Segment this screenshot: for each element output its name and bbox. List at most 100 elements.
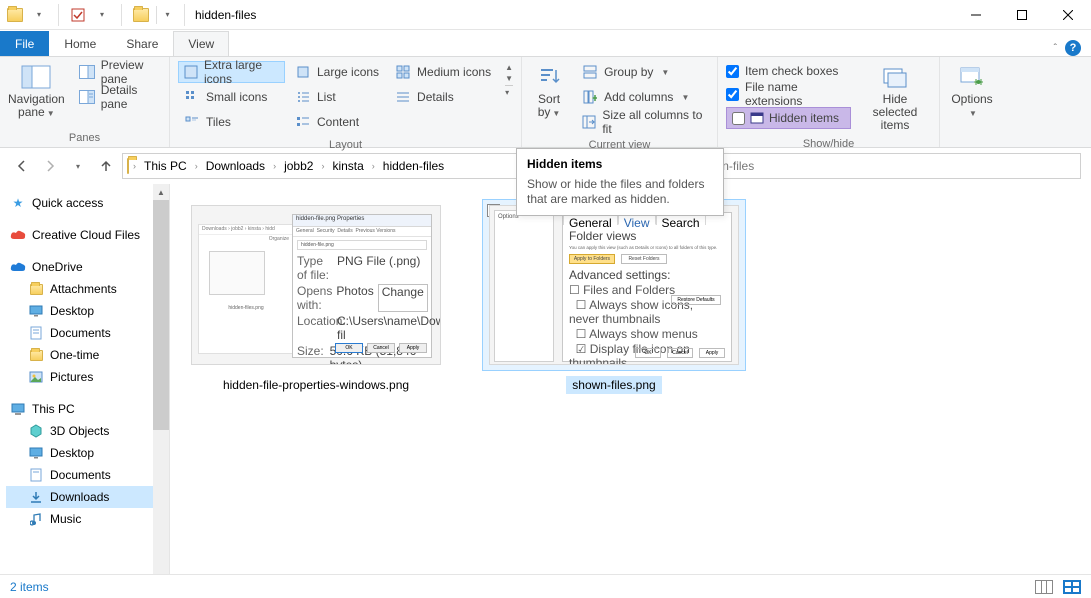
tree-pc-downloads[interactable]: Downloads [6,486,169,508]
tree-pc-documents[interactable]: Documents [6,464,169,486]
sort-by-button[interactable]: Sortby▼ [530,61,568,120]
chevron-right-icon[interactable]: › [271,161,278,171]
preview-pane-icon [79,64,95,80]
tree-attachments[interactable]: Attachments [6,278,169,300]
breadcrumb-item[interactable]: Downloads [202,159,269,173]
3d-objects-icon [28,423,44,439]
folder-icon [28,347,44,363]
tree-creative-cloud[interactable]: Creative Cloud Files [6,224,169,246]
layout-scroll-down-icon[interactable]: ▼ [505,74,513,83]
breadcrumb-item[interactable]: kinsta [328,159,367,173]
layout-large[interactable]: Large icons [289,61,385,83]
forward-button[interactable] [38,154,62,178]
hidden-items-tooltip: Hidden items Show or hide the files and … [516,148,724,216]
ribbon-collapse-icon[interactable]: ˆ [1054,43,1057,54]
item-checkboxes-toggle[interactable]: Item check boxes [726,61,851,81]
thumbnails-view-switch[interactable] [1063,580,1081,594]
tab-view[interactable]: View [173,31,229,56]
star-icon: ★ [10,195,26,211]
title-bar: ▾ ▾ ▾ hidden-files [0,0,1091,30]
layout-small[interactable]: Small icons [178,86,285,108]
group-by-button[interactable]: Group by▼ [576,61,709,83]
preview-pane-button[interactable]: Preview pane [73,61,161,83]
details-view-switch[interactable] [1035,580,1053,594]
content-icon [295,114,311,130]
layout-extra-large[interactable]: Extra large icons [178,61,285,83]
layout-details[interactable]: Details [389,86,497,108]
qat-overflow-icon[interactable]: ▾ [156,6,174,24]
tree-onetime[interactable]: One-time [6,344,169,366]
breadcrumb-item[interactable]: hidden-files [379,159,448,173]
folder-icon [28,281,44,297]
menu-tabs: File Home Share View ˆ ? [0,30,1091,56]
navigation-tree[interactable]: ★ Quick access Creative Cloud Files OneD… [0,184,170,588]
hide-selected-button[interactable]: Hide selecteditems [859,61,931,132]
qat-properties-icon[interactable] [69,6,87,24]
tree-desktop[interactable]: Desktop [6,300,169,322]
qat-dropdown-icon[interactable]: ▾ [30,6,48,24]
add-columns-icon [582,89,598,105]
qat-dropdown2-icon[interactable]: ▾ [93,6,111,24]
add-columns-button[interactable]: Add columns▼ [576,86,709,108]
file-item[interactable]: Downloads › jobb2 › kinsta › hidd Organi… [182,200,450,394]
app-folder-icon [6,6,24,24]
help-icon[interactable]: ? [1065,40,1081,56]
file-item-selected[interactable]: Options GeneralViewSearch Folder views Y… [480,200,748,394]
tree-onedrive[interactable]: OneDrive [6,256,169,278]
tooltip-title: Hidden items [527,157,713,171]
details-icon [395,89,411,105]
breadcrumb-folder-icon [127,159,129,173]
chevron-right-icon[interactable]: › [370,161,377,171]
tab-file[interactable]: File [0,31,49,56]
large-icons-icon [295,64,311,80]
file-pane[interactable]: Downloads › jobb2 › kinsta › hidd Organi… [170,184,1091,588]
group-showhide-label: Show/hide [718,136,939,153]
file-extensions-toggle[interactable]: File name extensions [726,84,851,104]
chevron-right-icon[interactable]: › [319,161,326,171]
tree-quick-access[interactable]: ★ Quick access [6,192,169,214]
window-title: hidden-files [189,8,256,22]
tree-pc-desktop[interactable]: Desktop [6,442,169,464]
breadcrumb-item[interactable]: This PC [140,159,191,173]
document-icon [28,467,44,483]
minimize-button[interactable] [953,0,999,30]
tree-pictures[interactable]: Pictures [6,366,169,388]
tree-documents[interactable]: Documents [6,322,169,344]
hidden-items-icon [749,110,765,126]
file-thumbnail: Downloads › jobb2 › kinsta › hidd Organi… [191,205,441,365]
tree-3d-objects[interactable]: 3D Objects [6,420,169,442]
creative-cloud-icon [10,227,26,243]
scroll-up-icon[interactable]: ▲ [153,184,169,200]
sidebar-scrollbar-thumb[interactable] [153,200,169,430]
tab-share[interactable]: Share [111,31,173,56]
chevron-right-icon[interactable]: › [193,161,200,171]
extra-large-icons-icon [184,64,198,80]
navigation-pane-icon [20,63,52,91]
sort-icon [533,63,565,91]
tree-pc-music[interactable]: Music [6,508,169,530]
details-pane-button[interactable]: Details pane [73,86,161,108]
navigation-pane-button[interactable]: Navigationpane▼ [8,61,65,120]
breadcrumb[interactable]: › This PC › Downloads › jobb2 › kinsta ›… [122,153,575,179]
back-button[interactable] [10,154,34,178]
maximize-button[interactable] [999,0,1045,30]
layout-content[interactable]: Content [289,111,385,133]
options-button[interactable]: Options▼ [948,61,996,120]
tab-home[interactable]: Home [49,31,111,56]
hidden-items-toggle[interactable]: Hidden items [726,107,851,129]
layout-list[interactable]: List [289,86,385,108]
recent-dropdown[interactable]: ▾ [66,154,90,178]
up-button[interactable] [94,154,118,178]
close-button[interactable] [1045,0,1091,30]
size-columns-icon [582,114,596,130]
chevron-right-icon[interactable]: › [131,161,138,171]
tree-this-pc[interactable]: This PC [6,398,169,420]
layout-tiles[interactable]: Tiles [178,111,285,133]
layout-scroll-up-icon[interactable]: ▲ [505,63,513,72]
group-layout-label: Layout [170,137,521,154]
size-columns-button[interactable]: Size all columns to fit [576,111,709,133]
layout-more-icon[interactable]: ▾ [505,85,513,97]
pictures-icon [28,369,44,385]
breadcrumb-item[interactable]: jobb2 [280,159,317,173]
layout-medium[interactable]: Medium icons [389,61,497,83]
